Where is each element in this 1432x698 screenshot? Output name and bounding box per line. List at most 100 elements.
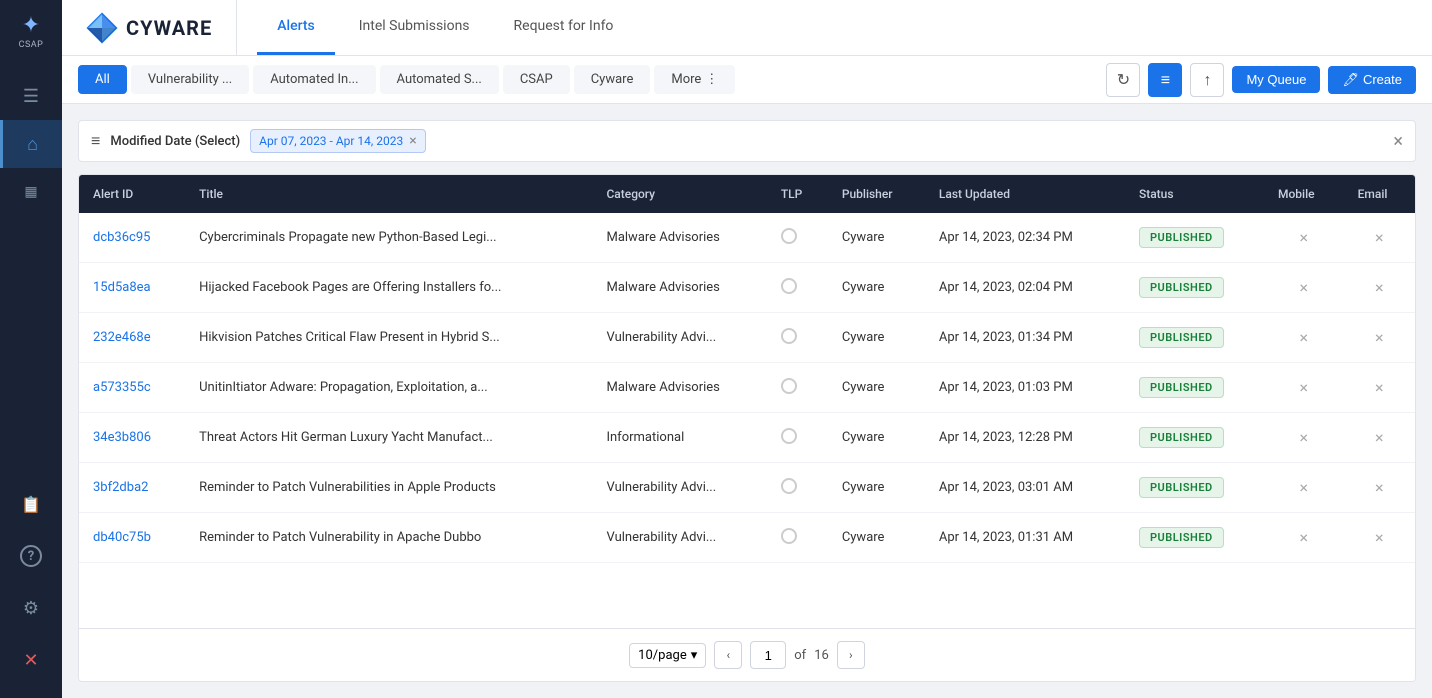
header: CYWARE Alerts Intel Submissions Request … [62, 0, 1432, 56]
cell-status: PUBLISHED [1125, 513, 1264, 563]
sidebar-item-home[interactable]: ⌂ [0, 120, 62, 168]
cell-alert-id[interactable]: dcb36c95 [79, 213, 185, 263]
mobile-x-icon[interactable]: × [1300, 378, 1309, 397]
mobile-x-icon[interactable]: × [1300, 228, 1309, 247]
menu-icon: ☰ [23, 86, 39, 107]
alert-id-link[interactable]: 232e468e [93, 330, 151, 345]
cell-mobile[interactable]: × [1264, 363, 1344, 413]
sidebar-item-settings[interactable]: ⚙ [0, 584, 62, 632]
tab-csap[interactable]: CSAP [503, 65, 570, 94]
cell-mobile[interactable]: × [1264, 263, 1344, 313]
tlp-circle-icon [781, 428, 797, 444]
sidebar-item-dashboard[interactable]: ▦ [0, 168, 62, 216]
filter-close-button[interactable]: × [1393, 131, 1403, 152]
sidebar-item-menu[interactable]: ☰ [0, 72, 62, 120]
cell-mobile[interactable]: × [1264, 513, 1344, 563]
cell-publisher: Cyware [828, 263, 925, 313]
sidebar-item-cyware[interactable]: ✕ [0, 636, 62, 684]
cell-mobile[interactable]: × [1264, 313, 1344, 363]
alert-id-link[interactable]: a573355c [93, 380, 151, 395]
cell-alert-id[interactable]: a573355c [79, 363, 185, 413]
refresh-button[interactable]: ↻ [1106, 63, 1140, 97]
nav-tab-request-for-info[interactable]: Request for Info [494, 0, 634, 55]
cell-mobile[interactable]: × [1264, 413, 1344, 463]
email-x-icon[interactable]: × [1375, 228, 1384, 247]
per-page-select[interactable]: 10/page ▾ [629, 643, 706, 668]
cell-category: Vulnerability Advi... [592, 313, 766, 363]
tlp-circle-icon [781, 278, 797, 294]
csap-star-icon: ✦ [22, 13, 40, 38]
status-badge: PUBLISHED [1139, 477, 1224, 498]
cell-last-updated: Apr 14, 2023, 01:03 PM [925, 363, 1125, 413]
sidebar-item-help[interactable]: ? [0, 532, 62, 580]
cell-tlp [767, 463, 828, 513]
cell-last-updated: Apr 14, 2023, 12:28 PM [925, 413, 1125, 463]
tab-more[interactable]: More ⋮ [654, 65, 735, 94]
mobile-x-icon[interactable]: × [1300, 428, 1309, 447]
cell-category: Informational [592, 413, 766, 463]
email-x-icon[interactable]: × [1375, 428, 1384, 447]
cell-email[interactable]: × [1344, 363, 1415, 413]
cell-alert-id[interactable]: 3bf2dba2 [79, 463, 185, 513]
col-status: Status [1125, 175, 1264, 213]
mobile-x-icon[interactable]: × [1300, 528, 1309, 547]
cell-email[interactable]: × [1344, 313, 1415, 363]
tab-automated-in[interactable]: Automated In... [253, 65, 375, 94]
col-last-updated: Last Updated [925, 175, 1125, 213]
alert-id-link[interactable]: 34e3b806 [93, 430, 151, 445]
create-button[interactable]: 🖊 Create [1328, 66, 1416, 94]
tab-vulnerability[interactable]: Vulnerability ... [131, 65, 249, 94]
cell-mobile[interactable]: × [1264, 213, 1344, 263]
cell-title: Reminder to Patch Vulnerabilities in App… [185, 463, 592, 513]
mobile-x-icon[interactable]: × [1300, 478, 1309, 497]
sidebar-item-reports[interactable]: 📋 [0, 480, 62, 528]
page-number-input[interactable] [750, 641, 786, 669]
cell-alert-id[interactable]: 34e3b806 [79, 413, 185, 463]
list-view-button[interactable]: ≡ [1148, 63, 1182, 97]
cell-email[interactable]: × [1344, 213, 1415, 263]
alerts-table: Alert ID Title Category TLP Publisher La… [79, 175, 1415, 563]
email-x-icon[interactable]: × [1375, 378, 1384, 397]
filter-tag-remove[interactable]: × [409, 133, 416, 149]
tab-automated-s[interactable]: Automated S... [380, 65, 499, 94]
export-icon: ↑ [1203, 70, 1211, 90]
cell-tlp [767, 363, 828, 413]
cell-mobile[interactable]: × [1264, 463, 1344, 513]
next-page-button[interactable]: › [837, 641, 865, 669]
cell-email[interactable]: × [1344, 263, 1415, 313]
cell-email[interactable]: × [1344, 513, 1415, 563]
nav-tab-intel-submissions[interactable]: Intel Submissions [339, 0, 490, 55]
cell-email[interactable]: × [1344, 463, 1415, 513]
mobile-x-icon[interactable]: × [1300, 278, 1309, 297]
cell-publisher: Cyware [828, 213, 925, 263]
prev-page-button[interactable]: ‹ [714, 641, 742, 669]
tab-cyware[interactable]: Cyware [574, 65, 651, 94]
email-x-icon[interactable]: × [1375, 278, 1384, 297]
email-x-icon[interactable]: × [1375, 528, 1384, 547]
table-scroll[interactable]: Alert ID Title Category TLP Publisher La… [79, 175, 1415, 628]
export-button[interactable]: ↑ [1190, 63, 1224, 97]
email-x-icon[interactable]: × [1375, 478, 1384, 497]
table-row: 15d5a8ea Hijacked Facebook Pages are Off… [79, 263, 1415, 313]
mobile-x-icon[interactable]: × [1300, 328, 1309, 347]
nav-tab-alerts[interactable]: Alerts [257, 0, 335, 55]
cell-last-updated: Apr 14, 2023, 03:01 AM [925, 463, 1125, 513]
email-x-icon[interactable]: × [1375, 328, 1384, 347]
cell-title: Hijacked Facebook Pages are Offering Ins… [185, 263, 592, 313]
col-email: Email [1344, 175, 1415, 213]
cell-email[interactable]: × [1344, 413, 1415, 463]
alert-id-link[interactable]: 3bf2dba2 [93, 480, 148, 495]
total-pages-label: 16 [814, 648, 829, 663]
cell-alert-id[interactable]: 15d5a8ea [79, 263, 185, 313]
alert-id-link[interactable]: dcb36c95 [93, 230, 150, 245]
table-row: 3bf2dba2 Reminder to Patch Vulnerabiliti… [79, 463, 1415, 513]
table-row: 34e3b806 Threat Actors Hit German Luxury… [79, 413, 1415, 463]
my-queue-button[interactable]: My Queue [1232, 66, 1320, 93]
alert-id-link[interactable]: 15d5a8ea [93, 280, 151, 295]
alert-id-link[interactable]: db40c75b [93, 530, 151, 545]
cell-alert-id[interactable]: db40c75b [79, 513, 185, 563]
home-icon: ⌂ [27, 134, 38, 155]
col-mobile: Mobile [1264, 175, 1344, 213]
cell-alert-id[interactable]: 232e468e [79, 313, 185, 363]
tab-all[interactable]: All [78, 65, 127, 94]
